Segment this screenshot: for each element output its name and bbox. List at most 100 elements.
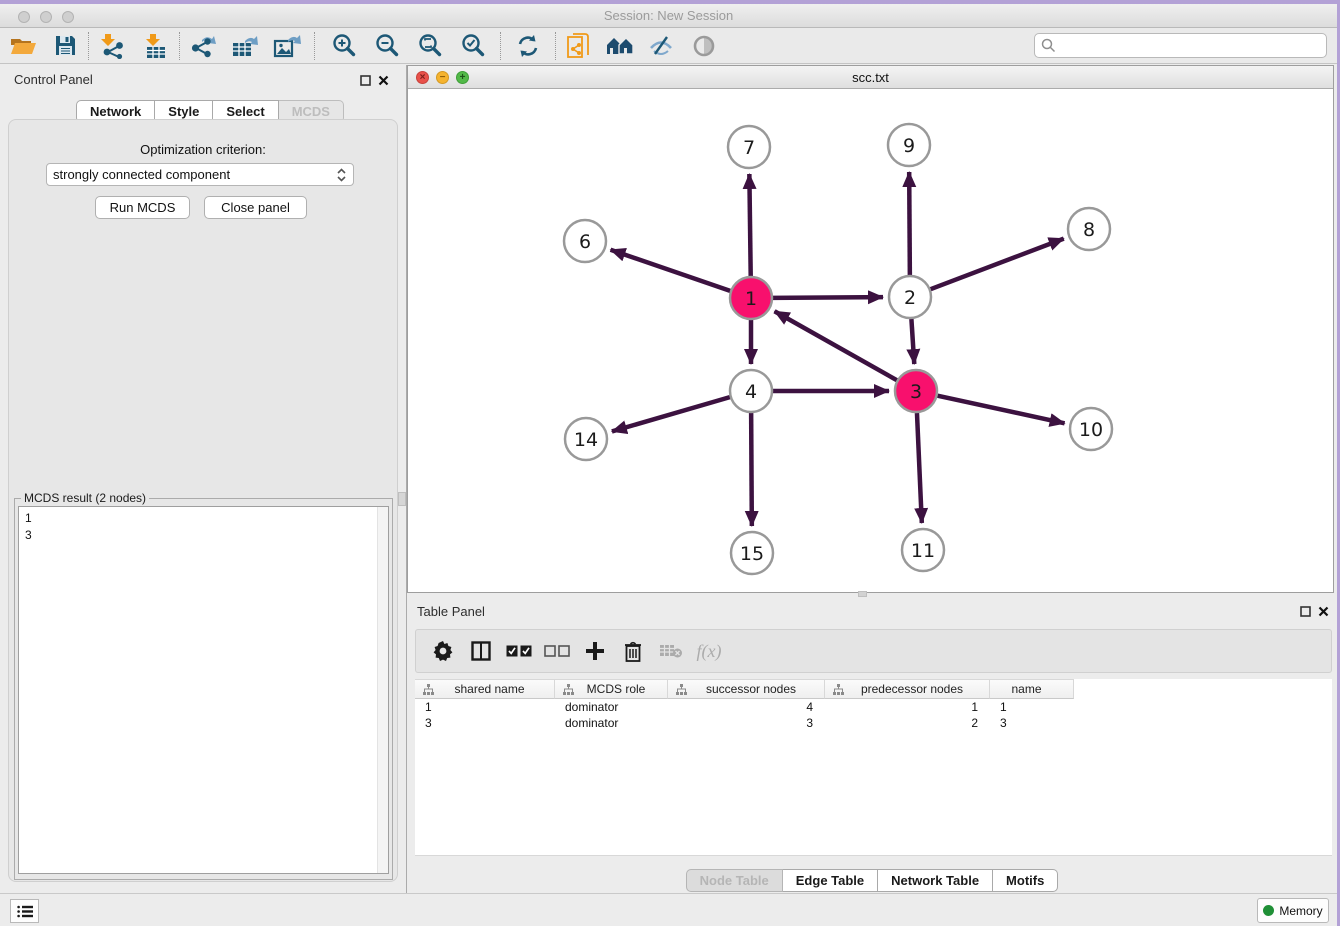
graph-edge-2-3[interactable] — [911, 319, 914, 364]
checked-boxes-icon — [506, 645, 532, 658]
graph-node-14[interactable]: 14 — [565, 418, 607, 460]
network-scrollbar-handle[interactable] — [858, 591, 867, 597]
network-canvas[interactable]: 7 9 6 8 1 2 4 3 14 10 15 11 — [408, 89, 1333, 592]
table-cell[interactable]: dominator — [555, 715, 668, 731]
column-header-name[interactable]: name — [990, 679, 1074, 699]
column-header-successor-nodes[interactable]: successor nodes — [668, 679, 825, 699]
mcds-result-textarea[interactable]: 13 — [18, 506, 389, 874]
graph-node-4[interactable]: 4 — [730, 370, 772, 412]
column-type-icon — [562, 683, 575, 696]
clone-network-button[interactable] — [562, 31, 596, 61]
zoom-fit-button[interactable] — [413, 31, 447, 61]
zoom-selected-button[interactable] — [456, 31, 490, 61]
float-icon — [1300, 606, 1311, 617]
close-panel-button[interactable]: Close panel — [204, 196, 307, 219]
graph-edge-3-10[interactable] — [937, 396, 1064, 424]
tab-network-table[interactable]: Network Table — [878, 869, 993, 892]
graph-edge-3-11[interactable] — [917, 413, 922, 523]
export-table-button[interactable] — [228, 31, 262, 61]
graph-node-15[interactable]: 15 — [731, 532, 773, 574]
graph-edge-4-15[interactable] — [751, 413, 752, 526]
graph-node-7[interactable]: 7 — [728, 126, 770, 168]
zoom-out-button[interactable] — [370, 31, 404, 61]
graph-edge-1-2[interactable] — [773, 297, 883, 298]
table-cell[interactable]: 3 — [668, 715, 825, 731]
delete-column-button[interactable] — [614, 636, 652, 666]
main-titlebar: Session: New Session — [0, 4, 1337, 28]
run-mcds-button[interactable]: Run MCDS — [95, 196, 190, 219]
table-cell[interactable]: 1 — [990, 699, 1074, 715]
memory-status-icon — [1263, 905, 1274, 916]
table-settings-button[interactable] — [424, 636, 462, 666]
trash-icon — [624, 641, 642, 662]
export-network-button[interactable] — [186, 31, 220, 61]
refresh-layout-button[interactable] — [511, 31, 545, 61]
tab-edge-table[interactable]: Edge Table — [783, 869, 878, 892]
zoom-in-button[interactable] — [327, 31, 361, 61]
graph-edge-2-8[interactable] — [931, 239, 1064, 290]
plus-icon — [585, 641, 605, 661]
select-all-columns-button[interactable] — [500, 636, 538, 666]
graph-node-10[interactable]: 10 — [1070, 408, 1112, 450]
graph-node-1[interactable]: 1 — [730, 277, 772, 319]
eye-icon — [692, 34, 716, 58]
table-panel-float-button[interactable] — [1300, 605, 1312, 617]
table-row[interactable]: 3dominator323 — [415, 715, 1332, 731]
table-row[interactable]: 1dominator411 — [415, 699, 1332, 715]
save-session-button[interactable] — [48, 31, 82, 61]
search-input[interactable] — [1056, 36, 1326, 56]
import-network-button[interactable] — [95, 31, 129, 61]
import-table-button[interactable] — [139, 31, 173, 61]
toolbar-separator — [500, 32, 501, 60]
control-panel-close-button[interactable] — [378, 74, 390, 86]
export-table-icon — [231, 33, 259, 59]
delete-table-button[interactable] — [652, 636, 690, 666]
memory-button[interactable]: Memory — [1257, 898, 1329, 923]
neighbors-button[interactable] — [603, 31, 637, 61]
graph-edge-2-9[interactable] — [909, 172, 910, 275]
close-icon — [1318, 606, 1329, 617]
apply-function-button[interactable]: f(x) — [690, 636, 728, 666]
export-image-button[interactable] — [270, 31, 304, 61]
task-history-button[interactable] — [10, 899, 39, 923]
optimization-criterion-select[interactable]: strongly connected component — [46, 163, 354, 186]
toolbar-separator — [88, 32, 89, 60]
graph-edge-1-7[interactable] — [749, 174, 750, 276]
search-field[interactable] — [1034, 33, 1327, 58]
deselect-all-columns-button[interactable] — [538, 636, 576, 666]
table-cell[interactable]: dominator — [555, 699, 668, 715]
graph-node-11[interactable]: 11 — [902, 529, 944, 571]
mcds-result-groupbox: MCDS result (2 nodes) 13 — [14, 498, 393, 880]
column-header-MCDS-role[interactable]: MCDS role — [555, 679, 668, 699]
hide-selected-button[interactable] — [644, 31, 678, 61]
graph-edge-1-6[interactable] — [611, 250, 731, 291]
table-cell[interactable]: 4 — [668, 699, 825, 715]
graph-node-3[interactable]: 3 — [895, 370, 937, 412]
tab-motifs[interactable]: Motifs — [993, 869, 1058, 892]
result-scrollbar[interactable] — [377, 507, 388, 873]
graph-node-2[interactable]: 2 — [889, 276, 931, 318]
table-panel-title: Table Panel — [417, 604, 485, 619]
show-hidden-button[interactable] — [687, 31, 721, 61]
graph-node-8[interactable]: 8 — [1068, 208, 1110, 250]
graph-edge-3-1[interactable] — [775, 311, 897, 380]
graph-node-6[interactable]: 6 — [564, 220, 606, 262]
table-cell[interactable]: 2 — [825, 715, 990, 731]
table-cell[interactable]: 3 — [415, 715, 555, 731]
splitter-handle[interactable] — [398, 492, 406, 506]
show-columns-button[interactable] — [462, 636, 500, 666]
stepper-chevrons-icon — [336, 167, 347, 183]
table-cell[interactable]: 1 — [825, 699, 990, 715]
gear-icon — [433, 641, 453, 661]
column-header-predecessor-nodes[interactable]: predecessor nodes — [825, 679, 990, 699]
control-panel-float-button[interactable] — [360, 74, 372, 86]
tab-node-table[interactable]: Node Table — [686, 869, 783, 892]
graph-node-9[interactable]: 9 — [888, 124, 930, 166]
open-file-button[interactable] — [6, 31, 40, 61]
create-column-button[interactable] — [576, 636, 614, 666]
table-cell[interactable]: 1 — [415, 699, 555, 715]
table-panel-close-button[interactable] — [1318, 605, 1330, 617]
column-header-shared-name[interactable]: shared name — [415, 679, 555, 699]
table-cell[interactable]: 3 — [990, 715, 1074, 731]
graph-edge-4-14[interactable] — [612, 397, 730, 431]
